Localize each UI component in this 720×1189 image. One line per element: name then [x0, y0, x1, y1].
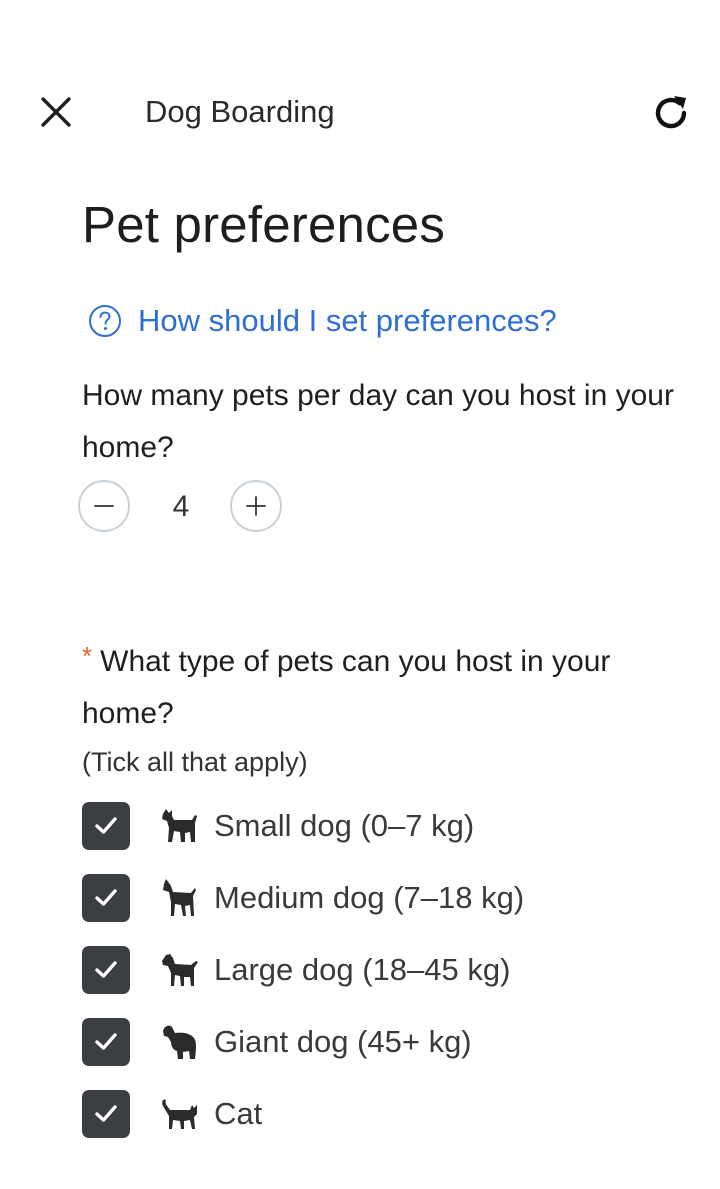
decrement-button[interactable] — [78, 480, 130, 532]
pet-types-question: * What type of pets can you host in your … — [82, 630, 682, 740]
pet-types-hint: (Tick all that apply) — [82, 747, 308, 777]
cat-icon — [162, 1099, 197, 1129]
option-label: Cat — [214, 1096, 263, 1131]
pets-per-day-question: How many pets per day can you host in yo… — [82, 379, 674, 464]
cat-checkbox[interactable] — [82, 1090, 130, 1138]
close-button[interactable] — [36, 92, 76, 132]
option-cat[interactable]: Cat — [82, 1090, 642, 1140]
option-small-dog[interactable]: Small dog (0–7 kg) — [82, 802, 642, 852]
close-icon — [41, 97, 71, 127]
page-title: Pet preferences — [82, 196, 446, 253]
help-link-label: How should I set preferences? — [138, 303, 557, 338]
option-giant-dog[interactable]: Giant dog (45+ kg) — [82, 1018, 642, 1068]
giant-dog-checkbox[interactable] — [82, 1018, 130, 1066]
refresh-icon — [655, 96, 687, 129]
option-large-dog[interactable]: Large dog (18–45 kg) — [82, 946, 642, 996]
plus-icon — [246, 496, 266, 516]
question-circle-icon — [89, 305, 121, 337]
check-icon — [95, 889, 117, 906]
help-link[interactable]: How should I set preferences? — [88, 298, 557, 344]
medium-dog-checkbox[interactable] — [82, 874, 130, 922]
small-dog-checkbox[interactable] — [82, 802, 130, 850]
check-icon — [95, 817, 117, 834]
giant-dog-icon — [163, 1025, 196, 1059]
option-medium-dog[interactable]: Medium dog (7–18 kg) — [82, 874, 642, 924]
medium-dog-icon — [163, 879, 196, 916]
increment-button[interactable] — [230, 480, 282, 532]
small-dog-icon — [162, 809, 197, 842]
pets-per-day-stepper: 4 — [78, 480, 298, 536]
large-dog-checkbox[interactable] — [82, 946, 130, 994]
check-icon — [95, 1105, 117, 1122]
option-label: Small dog (0–7 kg) — [214, 808, 475, 843]
option-label: Medium dog (7–18 kg) — [214, 880, 525, 915]
pet-types-question-text: What type of pets can you host in your h… — [82, 645, 611, 730]
refresh-button[interactable] — [648, 90, 694, 136]
minus-icon — [94, 505, 114, 507]
check-icon — [95, 961, 117, 978]
check-icon — [95, 1033, 117, 1050]
page-header-title: Dog Boarding — [145, 94, 335, 129]
option-label: Giant dog (45+ kg) — [214, 1024, 472, 1059]
large-dog-icon — [162, 954, 198, 986]
top-bar: Dog Boarding — [0, 70, 720, 154]
option-label: Large dog (18–45 kg) — [214, 952, 511, 987]
required-marker: * — [82, 641, 93, 671]
pets-per-day-value: 4 — [172, 490, 190, 523]
